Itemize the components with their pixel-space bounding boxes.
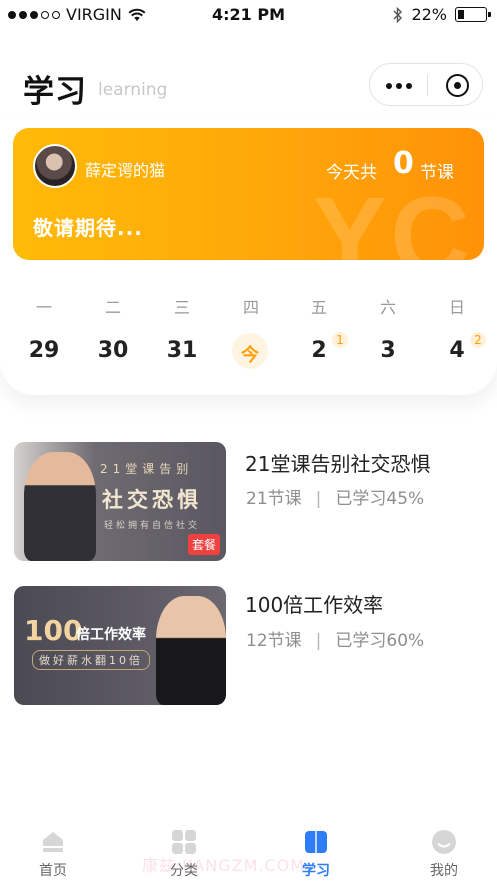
date-sat[interactable]: 3 <box>368 338 408 363</box>
capsule-divider <box>427 75 428 96</box>
tab-profile[interactable]: 我的 <box>404 820 484 883</box>
thumb-line2: 做好薪水翻10倍 <box>32 650 150 670</box>
user-name: 薛定谔的猫 <box>85 161 166 180</box>
tab-category[interactable]: 分类 <box>144 820 224 883</box>
tab-learning[interactable]: 学习 <box>276 820 356 883</box>
thumb-line3: 轻松拥有自信社交 <box>104 521 201 531</box>
course-title[interactable]: 100倍工作效率 <box>245 589 383 618</box>
more-icon[interactable] <box>370 64 427 107</box>
bluetooth-icon <box>393 6 403 23</box>
date-tue[interactable]: 30 <box>93 338 133 363</box>
date-mon[interactable]: 29 <box>24 338 64 363</box>
battery-percent: 22% <box>411 5 447 24</box>
today-unit: 节课 <box>420 163 454 183</box>
status-bar: VIRGIN 4:21 PM 22% <box>0 0 497 30</box>
smile-face-icon <box>432 830 456 854</box>
card-watermark: YC. <box>313 175 484 260</box>
tab-bar: 康兹·KANGZM.COM 首页 分类 学习 我的 <box>0 820 497 883</box>
status-right: 22% <box>393 5 491 24</box>
course-meta: 21节课 | 已学习45% <box>246 484 424 509</box>
lesson-count: 12节课 <box>246 631 302 651</box>
thumb-big-number: 100 <box>24 614 83 647</box>
battery-icon <box>455 7 491 22</box>
progress-text: 已学习45% <box>335 489 425 509</box>
miniprogram-capsule <box>369 63 483 106</box>
meta-divider: | <box>315 489 322 509</box>
bundle-tag: 套餐 <box>187 534 220 555</box>
instructor-photo <box>24 452 96 561</box>
category-icon <box>172 830 196 854</box>
weekday-tue: 二 <box>104 298 121 317</box>
weekday-mon: 一 <box>35 298 52 317</box>
course-meta: 12节课 | 已学习60% <box>246 626 424 651</box>
tab-home[interactable]: 首页 <box>13 820 93 883</box>
weekday-sun: 日 <box>448 298 465 317</box>
tab-profile-label: 我的 <box>430 863 458 879</box>
tab-home-label: 首页 <box>39 863 67 879</box>
thumb-line2: 社交恐惧 <box>102 488 202 512</box>
lesson-count: 21节课 <box>246 489 302 509</box>
date-wed[interactable]: 31 <box>162 338 202 363</box>
weekday-fri: 五 <box>310 298 327 317</box>
weekday-wed: 三 <box>173 298 190 317</box>
course-title[interactable]: 21堂课告别社交恐惧 <box>245 448 430 477</box>
today-label: 今天共 <box>326 163 377 183</box>
page-title: 学习 <box>23 74 87 110</box>
course-thumbnail[interactable]: 100 倍工作效率 做好薪水翻10倍 <box>14 586 226 705</box>
meta-divider: | <box>315 631 322 651</box>
progress-text: 已学习60% <box>335 631 425 651</box>
card-message: 敬请期待... <box>33 216 143 240</box>
page-subtitle: learning <box>98 80 168 100</box>
course-thumbnail[interactable]: 21堂课告别 社交恐惧 轻松拥有自信社交 套餐 <box>14 442 226 561</box>
date-today[interactable]: 今 <box>230 341 270 367</box>
avatar[interactable] <box>33 144 77 188</box>
book-icon <box>305 831 327 853</box>
today-lesson-count: 0 <box>393 146 414 181</box>
weekday-thu: 四 <box>242 298 259 317</box>
close-miniprogram-icon[interactable] <box>446 74 469 97</box>
thumb-line1: 倍工作效率 <box>76 627 146 643</box>
date-badge-sun: 2 <box>470 332 486 348</box>
tab-learning-label: 学习 <box>302 863 330 879</box>
tab-category-label: 分类 <box>170 863 198 879</box>
weekday-sat: 六 <box>379 298 396 317</box>
home-icon <box>43 832 63 852</box>
today-card[interactable]: YC. 薛定谔的猫 今天共 0 节课 敬请期待... <box>13 128 484 260</box>
instructor-photo <box>156 596 226 705</box>
thumb-line1: 21堂课告别 <box>100 462 194 476</box>
date-badge-fri: 1 <box>332 332 348 348</box>
